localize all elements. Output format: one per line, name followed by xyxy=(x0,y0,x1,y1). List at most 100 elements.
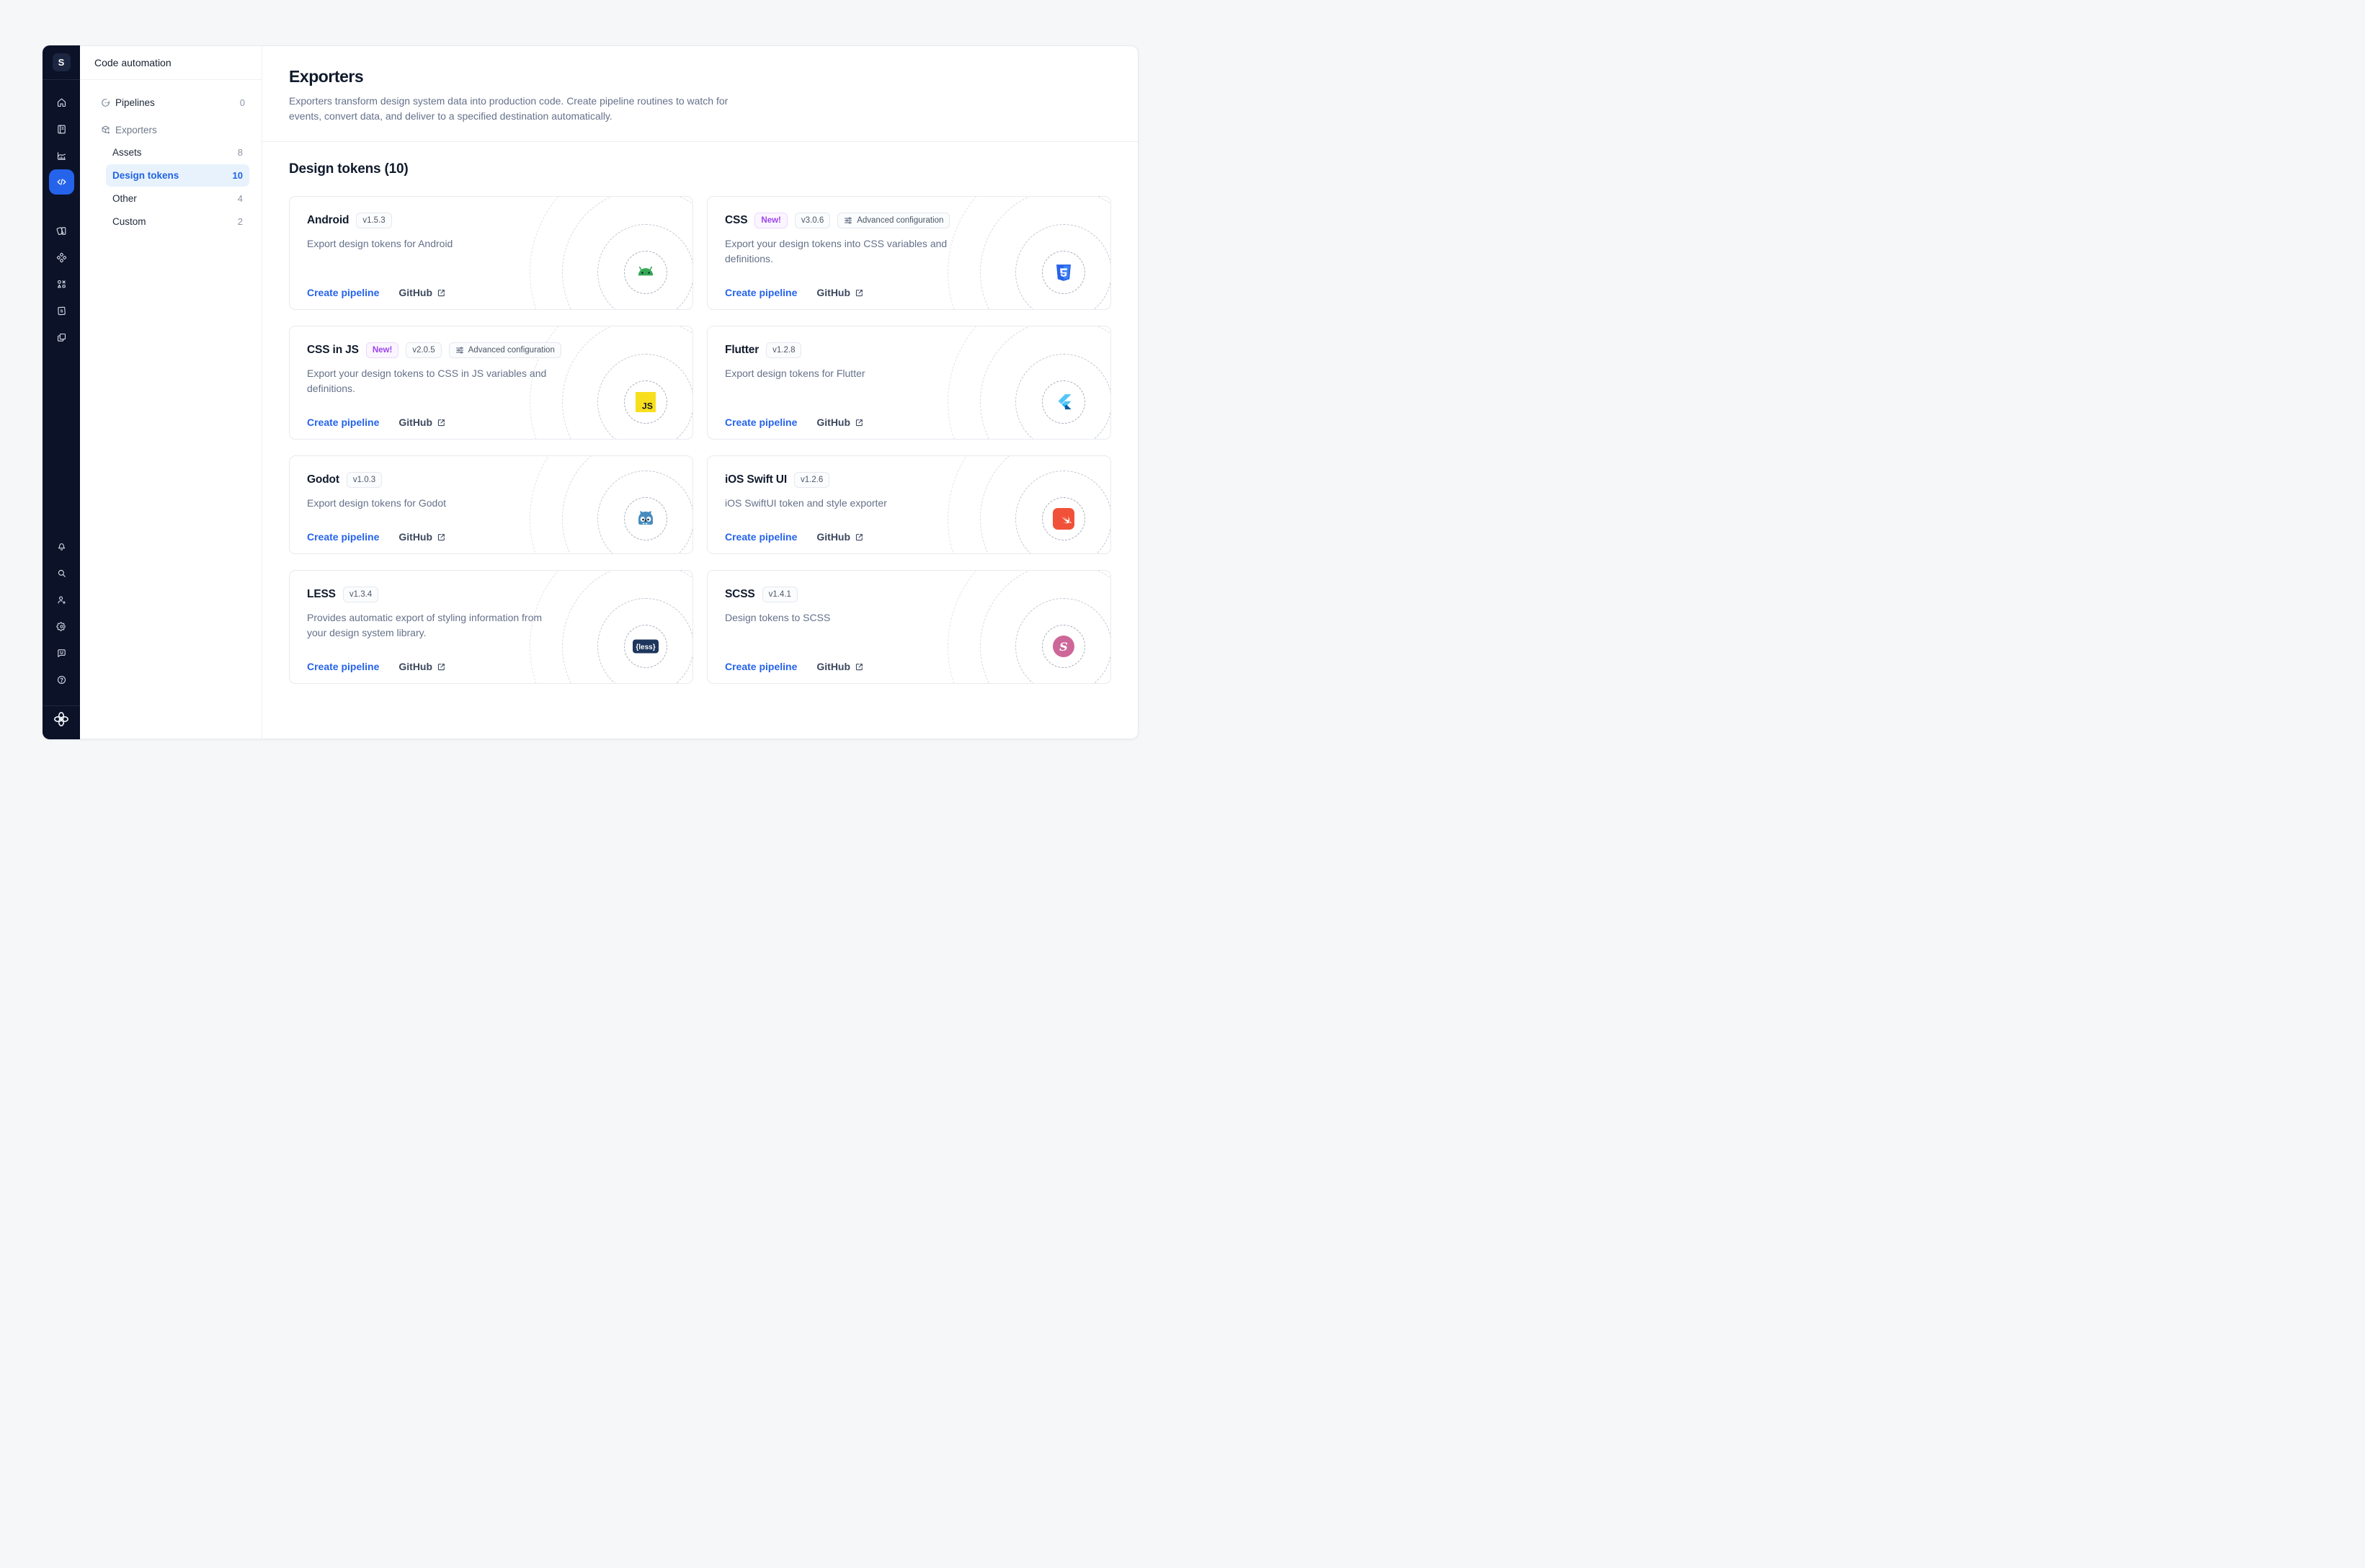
icon-rail: S xyxy=(43,45,80,739)
rail-group-top xyxy=(48,89,74,195)
external-link-icon xyxy=(437,662,446,672)
gear-icon xyxy=(56,621,67,632)
android-logo-icon xyxy=(635,262,656,283)
exporter-card-css-in-js: JS CSS in JS New! v2.0.5 Advanced config… xyxy=(289,326,693,440)
github-link-label: GitHub xyxy=(816,416,850,428)
rail-components-button[interactable] xyxy=(48,271,74,297)
rail-storybook-button[interactable]: S xyxy=(48,298,74,324)
exporter-logo-circle xyxy=(624,251,667,294)
supernova-logo-icon xyxy=(53,711,69,727)
version-badge: v1.0.3 xyxy=(347,472,382,488)
exporter-logo-circle xyxy=(624,497,667,540)
sidebar-item-count: 0 xyxy=(240,97,245,108)
documentation-icon xyxy=(56,124,67,135)
rail-notifications-button[interactable] xyxy=(48,533,74,559)
create-pipeline-link[interactable]: Create pipeline xyxy=(307,661,379,672)
create-pipeline-link[interactable]: Create pipeline xyxy=(725,416,797,428)
rail-home-button[interactable] xyxy=(48,89,74,115)
card-description: iOS SwiftUI token and style exporter xyxy=(725,496,971,511)
exporter-card-ios-swift-ui: iOS Swift UI v1.2.6 iOS SwiftUI token an… xyxy=(707,455,1111,554)
card-title: CSS in JS xyxy=(307,344,359,357)
css3-logo-icon xyxy=(1054,263,1073,282)
help-icon xyxy=(56,674,67,685)
github-link[interactable]: GitHub xyxy=(816,287,864,298)
analytics-icon xyxy=(56,151,67,161)
create-pipeline-link[interactable]: Create pipeline xyxy=(307,287,379,298)
rail-settings-button[interactable] xyxy=(48,613,74,639)
github-link[interactable]: GitHub xyxy=(816,416,864,428)
subitem-label: Assets xyxy=(112,147,142,158)
card-description: Export design tokens for Flutter xyxy=(725,366,971,381)
card-title: Flutter xyxy=(725,344,759,357)
rail-pages-button[interactable] xyxy=(48,324,74,350)
rail-group-bottom xyxy=(48,533,74,693)
rail-help-button[interactable] xyxy=(48,667,74,692)
sass-logo-icon: S xyxy=(1053,636,1074,657)
version-badge: v1.3.4 xyxy=(343,587,378,602)
svg-text:S: S xyxy=(1059,640,1068,654)
external-link-icon xyxy=(855,288,864,298)
card-title: iOS Swift UI xyxy=(725,473,787,486)
create-pipeline-link[interactable]: Create pipeline xyxy=(307,416,379,428)
sidebar-item-exporters[interactable]: Exporters xyxy=(80,119,262,141)
card-title: SCSS xyxy=(725,588,755,601)
supernova-logo-button[interactable] xyxy=(53,711,69,731)
page-header: Exporters Exporters transform design sys… xyxy=(262,46,1138,142)
rail-tokens-button[interactable] xyxy=(48,244,74,270)
exporter-logo-circle: {less} xyxy=(624,625,667,668)
github-link[interactable]: GitHub xyxy=(398,661,446,672)
workspace-logo-letter: S xyxy=(58,57,65,68)
subitem-count: 10 xyxy=(233,170,243,181)
javascript-logo-icon: JS xyxy=(636,392,656,412)
svg-text:S: S xyxy=(60,309,63,313)
home-icon xyxy=(56,97,67,108)
less-logo-icon: {less} xyxy=(633,639,659,654)
github-link-label: GitHub xyxy=(398,416,432,428)
exporter-card-css: CSS New! v3.0.6 Advanced configuration E… xyxy=(707,196,1111,310)
secondary-sidebar: Code automation Pipelines 0 Exporters As… xyxy=(80,45,262,739)
version-badge: v1.2.6 xyxy=(794,472,829,488)
version-badge: v3.0.6 xyxy=(795,213,830,228)
rail-feedback-button[interactable] xyxy=(48,640,74,666)
rail-analytics-button[interactable] xyxy=(48,143,74,169)
card-title: LESS xyxy=(307,588,336,601)
advanced-configuration-badge: Advanced configuration xyxy=(449,342,561,358)
sidebar-subitem-other[interactable]: Other 4 xyxy=(106,187,249,210)
github-link[interactable]: GitHub xyxy=(398,416,446,428)
sidebar-item-pipelines[interactable]: Pipelines 0 xyxy=(80,92,262,113)
version-badge: v1.5.3 xyxy=(356,213,391,228)
sidebar-subitem-assets[interactable]: Assets 8 xyxy=(106,141,249,164)
subitem-count: 4 xyxy=(238,193,243,204)
workspace-logo[interactable]: S xyxy=(53,53,71,71)
rail-group-mid: S xyxy=(48,218,74,351)
sidebar-subitem-design-tokens[interactable]: Design tokens 10 xyxy=(106,164,249,187)
rail-invite-user-button[interactable] xyxy=(48,587,74,612)
rail-documentation-button[interactable] xyxy=(48,116,74,142)
github-link[interactable]: GitHub xyxy=(816,661,864,672)
card-description: Export design tokens for Android xyxy=(307,236,553,251)
rail-code-automation-button[interactable] xyxy=(49,169,74,195)
exporters-package-icon xyxy=(100,125,111,135)
github-link[interactable]: GitHub xyxy=(398,531,446,543)
sidebar-subitem-custom[interactable]: Custom 2 xyxy=(106,210,249,233)
external-link-icon xyxy=(437,533,446,542)
rail-color-styles-button[interactable] xyxy=(48,218,74,244)
exporter-logo-circle: S xyxy=(1042,625,1085,668)
create-pipeline-link[interactable]: Create pipeline xyxy=(725,287,797,298)
main-panel: Exporters Exporters transform design sys… xyxy=(262,45,1139,739)
subitem-label: Custom xyxy=(112,216,146,227)
create-pipeline-link[interactable]: Create pipeline xyxy=(725,531,797,543)
card-description: Export your design tokens to CSS in JS v… xyxy=(307,366,553,396)
create-pipeline-link[interactable]: Create pipeline xyxy=(307,531,379,543)
sliders-icon xyxy=(844,216,852,225)
create-pipeline-link[interactable]: Create pipeline xyxy=(725,661,797,672)
subitem-count: 8 xyxy=(238,147,243,158)
github-link-label: GitHub xyxy=(816,661,850,672)
github-link[interactable]: GitHub xyxy=(816,531,864,543)
sidebar-item-label: Pipelines xyxy=(115,97,155,108)
search-icon xyxy=(56,568,67,579)
page-description: Exporters transform design system data i… xyxy=(289,94,731,123)
rail-search-button[interactable] xyxy=(48,560,74,586)
card-title: CSS xyxy=(725,214,747,227)
github-link[interactable]: GitHub xyxy=(398,287,446,298)
